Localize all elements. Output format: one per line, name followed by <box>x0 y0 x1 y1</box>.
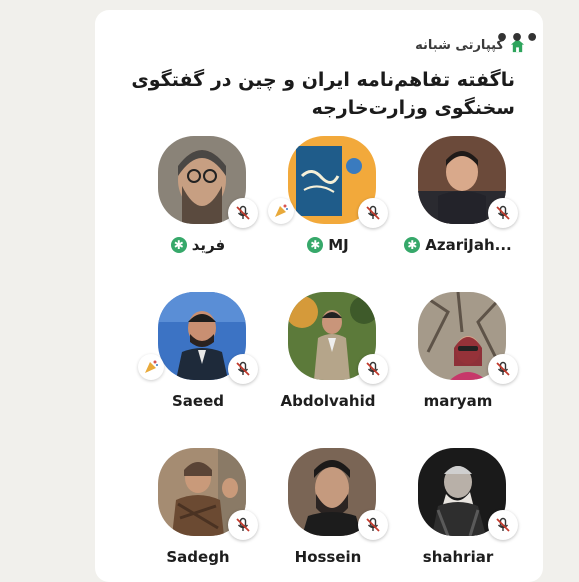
speaker-name-row: ✱ AzariJah... <box>388 234 528 256</box>
speaker-name: Abdolvahid <box>280 392 376 410</box>
speaker-name-row: maryam <box>388 390 528 412</box>
mic-muted-icon <box>488 354 518 384</box>
speaker-name-row: Hossein <box>258 546 398 568</box>
speaker-name-row: Abdolvahid <box>258 390 398 412</box>
speaker-name-row: shahriar <box>388 546 528 568</box>
moderator-icon: ✱ <box>307 237 324 253</box>
speaker-name: فرید <box>191 236 226 254</box>
mic-muted-icon <box>488 198 518 228</box>
speaker-name: AzariJah... <box>425 236 512 254</box>
party-badge-icon <box>138 354 164 380</box>
speaker-name: shahriar <box>422 548 494 566</box>
speaker-name: maryam <box>423 392 493 410</box>
speakers-grid: ✱ AzariJah... ✱ MJ ✱ فرید maryam Abdolva… <box>95 10 543 582</box>
moderator-icon: ✱ <box>170 237 187 253</box>
mic-muted-icon <box>358 198 388 228</box>
speaker-name-row: Saeed <box>128 390 268 412</box>
mic-muted-icon <box>488 510 518 540</box>
speaker-name: Sadegh <box>166 548 230 566</box>
speaker-name-row: ✱ MJ <box>258 234 398 256</box>
mic-muted-icon <box>358 510 388 540</box>
mic-muted-icon <box>228 510 258 540</box>
speaker-name-row: Sadegh <box>128 546 268 568</box>
room-card: کپپارتی شبانه ••• ناگفته تفاهم‌نامه ایرا… <box>95 10 543 582</box>
moderator-icon: ✱ <box>404 237 421 253</box>
speaker-name: Saeed <box>171 392 224 410</box>
party-badge-icon <box>268 198 294 224</box>
speaker-name: Hossein <box>294 548 362 566</box>
mic-muted-icon <box>228 198 258 228</box>
mic-muted-icon <box>358 354 388 384</box>
speaker-name: MJ <box>328 236 349 254</box>
mic-muted-icon <box>228 354 258 384</box>
speaker-name-row: ✱ فرید <box>128 234 268 256</box>
